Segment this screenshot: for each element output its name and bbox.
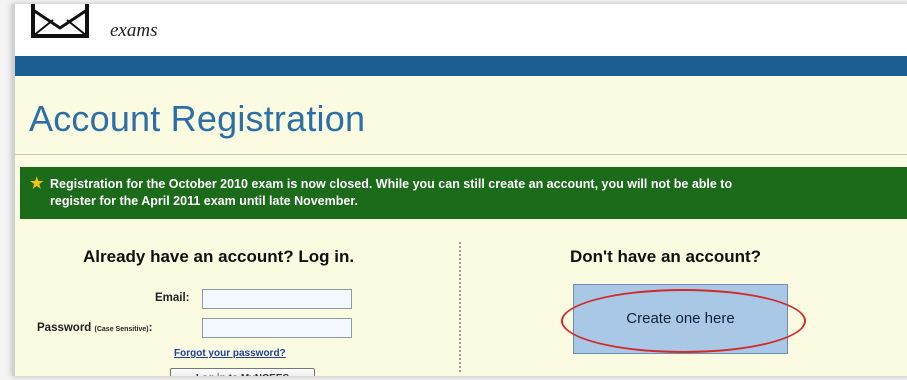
browser-frame: exams Account Registration ★ Registratio…	[12, 4, 907, 376]
login-button[interactable]: Log in to MyNCEES	[170, 368, 315, 376]
notice-line-1: Registration for the October 2010 exam i…	[50, 177, 733, 191]
site-header: exams	[15, 4, 907, 56]
site-name: exams	[110, 20, 158, 41]
column-divider	[459, 242, 461, 372]
password-label-colon: :	[148, 322, 153, 334]
password-field[interactable]	[202, 318, 352, 338]
envelope-logo-icon[interactable]	[29, 4, 91, 40]
create-account-button[interactable]: Create one here	[573, 284, 788, 354]
signup-heading: Don't have an account?	[570, 247, 762, 266]
nav-bar	[15, 56, 907, 76]
title-divider	[15, 154, 907, 155]
email-field[interactable]	[202, 289, 352, 309]
password-label-text: Password	[37, 322, 92, 334]
page-title: Account Registration	[29, 98, 366, 139]
password-label: Password (Case Sensitive):	[37, 322, 152, 334]
star-icon: ★	[30, 175, 44, 192]
login-heading: Already have an account? Log in.	[83, 247, 355, 266]
forgot-password-link[interactable]: Forgot your password?	[174, 348, 286, 359]
notice-line-2: register for the April 2011 exam until l…	[50, 194, 358, 208]
notice-banner: ★ Registration for the October 2010 exam…	[20, 167, 907, 219]
email-label: Email:	[155, 292, 190, 304]
password-hint: (Case Sensitive)	[94, 326, 149, 333]
